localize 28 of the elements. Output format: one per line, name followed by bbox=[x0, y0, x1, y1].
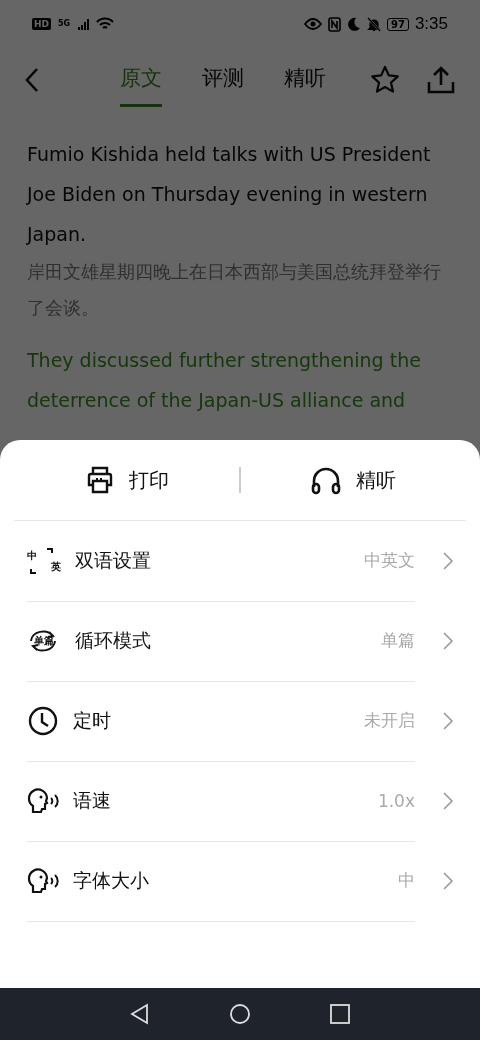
signal-icon bbox=[77, 17, 92, 31]
chevron-right-icon bbox=[442, 791, 454, 811]
chevron-right-icon bbox=[442, 711, 454, 731]
headphones-icon bbox=[310, 465, 343, 495]
battery-indicator: 97 bbox=[387, 17, 409, 31]
chevron-right-icon bbox=[442, 871, 454, 891]
chevron-right-icon bbox=[442, 551, 454, 571]
sentence-text: Fumio Kishida held talks with US President Joe Biden on Thursday evening in western Japan. bbox=[27, 142, 432, 247]
clock-time: 3:35 bbox=[414, 14, 448, 34]
settings-item[interactable]: 语速 1.0x bbox=[0, 761, 480, 841]
settings-item[interactable]: 定时 未开启 bbox=[0, 681, 480, 761]
chevron-right-icon bbox=[442, 631, 454, 651]
settings-item[interactable]: 中 英 双语设置 中英文 bbox=[0, 521, 480, 601]
eye-icon bbox=[304, 18, 322, 30]
settings-item[interactable]: 单篇 循环模式 单篇 bbox=[0, 601, 480, 681]
listen-button[interactable]: 精听 bbox=[240, 464, 466, 496]
network-type-label: 5G bbox=[57, 18, 72, 30]
tab[interactable]: 精听 bbox=[284, 53, 326, 107]
clock-icon bbox=[27, 704, 59, 737]
tab[interactable]: 评测 bbox=[202, 53, 244, 107]
print-button[interactable]: 打印 bbox=[14, 464, 240, 496]
moon-icon bbox=[347, 17, 361, 31]
bell-off-icon bbox=[367, 16, 381, 32]
nfc-icon bbox=[328, 16, 341, 32]
settings-item[interactable]: 字体大小 中 bbox=[0, 841, 480, 921]
sentence-text: They discussed further strengthening the deterrence of the Japan-US alliance and bbox=[27, 348, 422, 413]
hd-badge: HD bbox=[32, 18, 51, 30]
wifi-icon bbox=[96, 17, 115, 31]
